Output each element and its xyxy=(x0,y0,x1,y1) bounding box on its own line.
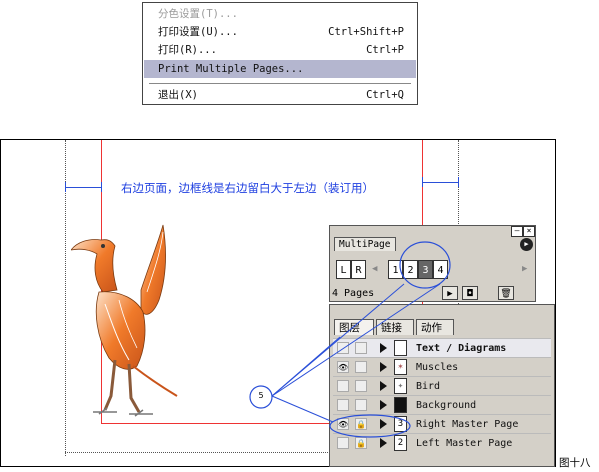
callout-line xyxy=(271,283,441,397)
callout-line xyxy=(271,395,334,423)
figure-caption: 图十八 xyxy=(559,457,591,469)
callout-overlay xyxy=(249,241,451,438)
callout-line xyxy=(271,283,405,397)
callout-label: 5 xyxy=(258,391,264,400)
highlight-ellipse-right-master xyxy=(329,414,411,438)
highlight-circle-page-3 xyxy=(399,241,451,289)
